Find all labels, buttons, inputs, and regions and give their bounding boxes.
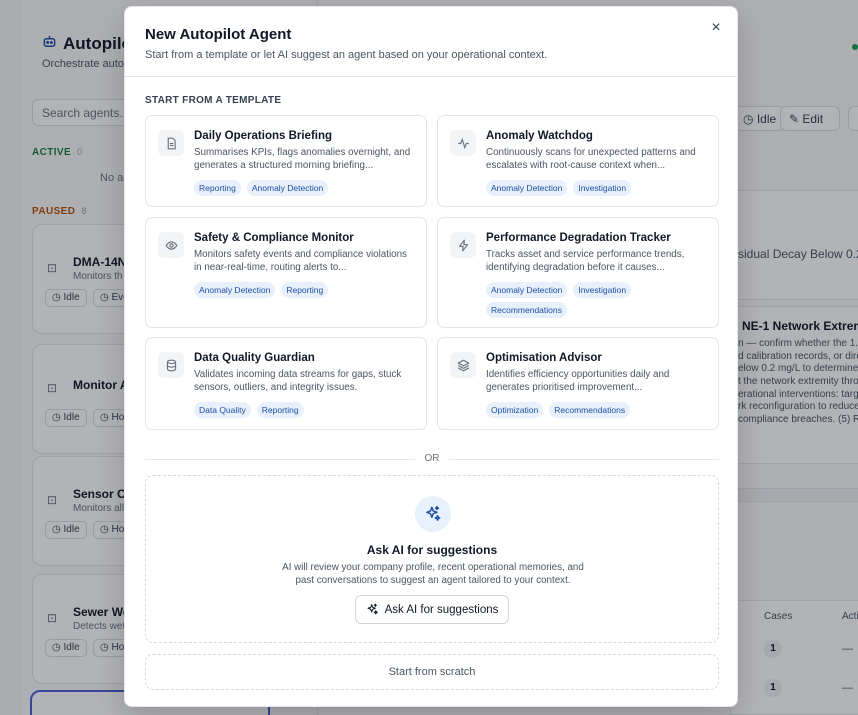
ask-ai-button-label: Ask AI for suggestions — [384, 603, 499, 616]
modal-title: New Autopilot Agent — [145, 26, 292, 43]
tag: Reporting — [194, 180, 241, 196]
close-button[interactable]: × — [707, 19, 725, 37]
sparkles-icon — [366, 603, 379, 616]
template-desc: Monitors safety events and compliance vi… — [194, 249, 407, 273]
layers-icon — [450, 352, 476, 378]
template-card-performance-degradation-tracker[interactable]: Performance Degradation Tracker Tracks a… — [437, 217, 719, 328]
start-from-scratch-button[interactable]: Start from scratch — [145, 654, 719, 690]
tag: Recommendations — [549, 402, 631, 418]
ask-ai-button[interactable]: Ask AI for suggestions — [355, 595, 509, 624]
template-name: Performance Degradation Tracker — [486, 232, 671, 244]
sparkles-icon — [415, 496, 451, 532]
template-tags: Data Quality Reporting — [194, 402, 424, 418]
template-name: Safety & Compliance Monitor — [194, 232, 354, 244]
template-name: Anomaly Watchdog — [486, 130, 593, 142]
template-card-safety-compliance-monitor[interactable]: Safety & Compliance Monitor Monitors saf… — [145, 217, 427, 328]
activity-icon — [450, 130, 476, 156]
template-desc: Tracks asset and service performance tre… — [486, 249, 685, 273]
eye-icon — [158, 232, 184, 258]
template-tags: Anomaly Detection Reporting — [194, 282, 424, 298]
ai-description: AI will review your company profile, rec… — [282, 562, 584, 586]
template-card-daily-operations-briefing[interactable]: Daily Operations Briefing Summarises KPI… — [145, 115, 427, 207]
template-desc: Continuously scans for unexpected patter… — [486, 147, 696, 171]
template-card-data-quality-guardian[interactable]: Data Quality Guardian Validates incoming… — [145, 337, 427, 430]
tag: Anomaly Detection — [246, 180, 329, 196]
tag: Investigation — [573, 282, 632, 298]
tag: Reporting — [281, 282, 329, 298]
database-icon — [158, 352, 184, 378]
template-tags: Anomaly Detection Investigation Recommen… — [486, 282, 716, 318]
lightning-icon — [450, 232, 476, 258]
tag: Anomaly Detection — [486, 180, 568, 196]
template-card-optimisation-advisor[interactable]: Optimisation Advisor Identifies efficien… — [437, 337, 719, 430]
document-icon — [158, 130, 184, 156]
template-desc: Identifies efficiency opportunities dail… — [486, 369, 670, 393]
template-tags: Anomaly Detection Investigation — [486, 180, 716, 196]
header-divider — [125, 76, 737, 77]
tag: Recommendations — [486, 302, 567, 318]
new-agent-modal: New Autopilot Agent Start from a templat… — [124, 6, 738, 707]
or-divider: OR — [145, 453, 719, 465]
templates-heading: START FROM A TEMPLATE — [145, 95, 282, 106]
tag: Optimization — [486, 402, 544, 418]
template-card-anomaly-watchdog[interactable]: Anomaly Watchdog Continuously scans for … — [437, 115, 719, 207]
template-tags: Reporting Anomaly Detection — [194, 180, 424, 196]
tag: Anomaly Detection — [486, 282, 568, 298]
ai-suggestions-panel: Ask AI for suggestions AI will review yo… — [145, 475, 719, 643]
template-tags: Optimization Recommendations — [486, 402, 716, 418]
tag: Data Quality — [194, 402, 251, 418]
template-desc: Summarises KPIs, flags anomalies overnig… — [194, 147, 411, 171]
ai-title: Ask AI for suggestions — [366, 543, 498, 557]
or-line-right — [449, 459, 719, 460]
template-name: Daily Operations Briefing — [194, 130, 333, 142]
template-name: Optimisation Advisor — [486, 352, 602, 364]
tag: Anomaly Detection — [194, 282, 276, 298]
template-desc: Validates incoming data streams for gaps… — [194, 369, 402, 393]
template-name: Data Quality Guardian — [194, 352, 315, 364]
tag: Investigation — [573, 180, 632, 196]
modal-subtitle: Start from a template or let AI suggest … — [145, 49, 548, 61]
tag: Reporting — [256, 402, 304, 418]
